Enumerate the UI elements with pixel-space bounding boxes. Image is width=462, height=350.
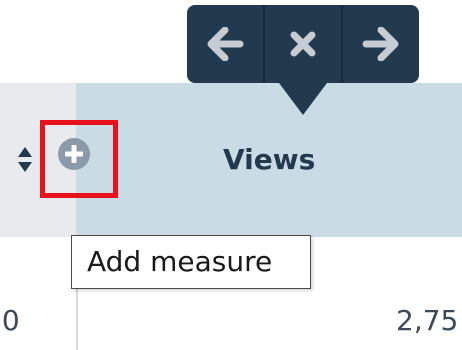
views-column-label: Views [223, 143, 316, 176]
arrow-right-icon [362, 27, 399, 61]
next-button[interactable] [341, 5, 419, 83]
previous-column-cell: 50 [0, 300, 36, 342]
sort-up-down-icon[interactable] [17, 146, 33, 174]
add-measure-button[interactable] [40, 120, 118, 198]
previous-button[interactable] [187, 5, 263, 83]
close-button[interactable] [263, 5, 341, 83]
navigation-toolbar [187, 5, 419, 83]
pivot-table-view: Views Add measure 0 2,75 [0, 0, 462, 350]
views-cell: 2,75 [396, 304, 459, 337]
arrow-left-icon [207, 27, 244, 61]
toolbar-pointer [279, 83, 327, 115]
close-icon [290, 31, 316, 57]
add-measure-tooltip: Add measure [71, 235, 311, 289]
previous-column-value: 50 [0, 304, 20, 337]
plus-circle-icon [58, 138, 90, 170]
